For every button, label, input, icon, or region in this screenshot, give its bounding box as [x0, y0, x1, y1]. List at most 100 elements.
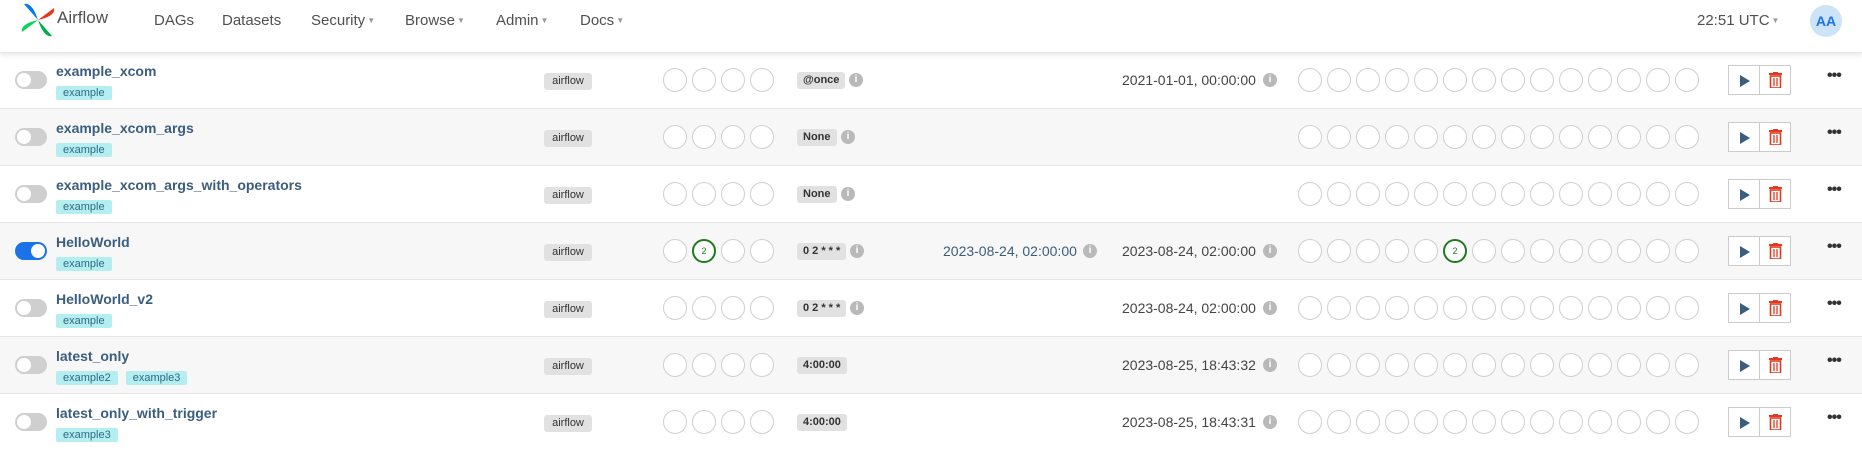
- run-status-circle[interactable]: [750, 68, 774, 92]
- task-status-circle[interactable]: [1327, 410, 1351, 434]
- task-status-circle[interactable]: [1414, 296, 1438, 320]
- schedule-badge[interactable]: 0 2 * * *: [797, 300, 847, 317]
- dag-name-link[interactable]: HelloWorld: [56, 234, 130, 250]
- nav-admin[interactable]: Admin ▼: [496, 12, 548, 29]
- run-status-circle[interactable]: [663, 410, 687, 434]
- delete-dag-button[interactable]: [1759, 236, 1791, 266]
- task-status-circle[interactable]: [1675, 296, 1699, 320]
- trigger-dag-button[interactable]: [1728, 350, 1760, 380]
- run-status-circle[interactable]: [750, 410, 774, 434]
- run-status-circle[interactable]: [721, 410, 745, 434]
- task-status-circle[interactable]: [1472, 239, 1496, 263]
- dag-name-link[interactable]: example_xcom_args: [56, 120, 194, 136]
- owner-badge[interactable]: airflow: [544, 415, 592, 432]
- task-status-circle[interactable]: [1559, 125, 1583, 149]
- task-status-circle[interactable]: [1443, 410, 1467, 434]
- run-status-circle[interactable]: [663, 239, 687, 263]
- task-status-circle[interactable]: [1298, 68, 1322, 92]
- dag-tag[interactable]: example2: [56, 371, 118, 385]
- trigger-dag-button[interactable]: [1728, 179, 1760, 209]
- task-status-circle[interactable]: [1385, 125, 1409, 149]
- task-status-circle[interactable]: [1356, 296, 1380, 320]
- last-run-date[interactable]: 2021-01-01, 00:00:00: [1122, 72, 1256, 88]
- schedule-badge[interactable]: 4:00:00: [797, 414, 847, 431]
- pause-toggle[interactable]: [15, 299, 47, 317]
- run-status-success-circle[interactable]: 2: [692, 239, 716, 263]
- dag-tag[interactable]: example: [56, 86, 112, 100]
- task-status-circle[interactable]: [1588, 182, 1612, 206]
- task-status-circle[interactable]: [1588, 68, 1612, 92]
- task-status-circle[interactable]: [1588, 125, 1612, 149]
- task-status-circle[interactable]: [1327, 125, 1351, 149]
- schedule-badge[interactable]: @once: [797, 72, 846, 89]
- run-status-circle[interactable]: [750, 239, 774, 263]
- run-status-circle[interactable]: [663, 296, 687, 320]
- task-status-circle[interactable]: [1298, 296, 1322, 320]
- delete-dag-button[interactable]: [1759, 350, 1791, 380]
- task-status-circle[interactable]: [1356, 182, 1380, 206]
- run-status-circle[interactable]: [663, 182, 687, 206]
- task-status-circle[interactable]: [1675, 182, 1699, 206]
- task-status-circle[interactable]: [1472, 182, 1496, 206]
- run-status-circle[interactable]: [692, 125, 716, 149]
- brand-name[interactable]: Airflow: [57, 8, 108, 28]
- run-status-circle[interactable]: [721, 353, 745, 377]
- delete-dag-button[interactable]: [1759, 122, 1791, 152]
- task-status-circle[interactable]: [1501, 239, 1525, 263]
- more-actions-icon[interactable]: •••: [1827, 295, 1842, 313]
- task-status-circle[interactable]: [1414, 125, 1438, 149]
- task-status-circle[interactable]: [1559, 239, 1583, 263]
- task-status-circle[interactable]: [1617, 182, 1641, 206]
- dag-name-link[interactable]: example_xcom: [56, 63, 156, 79]
- run-status-circle[interactable]: [692, 353, 716, 377]
- task-status-circle[interactable]: [1501, 410, 1525, 434]
- task-status-circle[interactable]: [1385, 68, 1409, 92]
- run-status-circle[interactable]: [750, 125, 774, 149]
- dag-name-link[interactable]: HelloWorld_v2: [56, 291, 153, 307]
- task-status-circle[interactable]: [1617, 68, 1641, 92]
- run-status-circle[interactable]: [750, 296, 774, 320]
- task-status-circle[interactable]: [1414, 353, 1438, 377]
- task-status-circle[interactable]: [1501, 182, 1525, 206]
- task-status-circle[interactable]: [1530, 353, 1554, 377]
- owner-badge[interactable]: airflow: [544, 73, 592, 90]
- task-status-circle[interactable]: [1530, 182, 1554, 206]
- task-status-circle[interactable]: [1646, 353, 1670, 377]
- last-run-date[interactable]: 2023-08-25, 18:43:32: [1122, 357, 1256, 373]
- info-icon[interactable]: i: [1263, 301, 1277, 315]
- task-status-circle[interactable]: [1356, 239, 1380, 263]
- info-icon[interactable]: i: [849, 73, 863, 87]
- more-actions-icon[interactable]: •••: [1827, 352, 1842, 370]
- run-status-circle[interactable]: [750, 182, 774, 206]
- owner-badge[interactable]: airflow: [544, 130, 592, 147]
- task-status-circle[interactable]: [1501, 353, 1525, 377]
- more-actions-icon[interactable]: •••: [1827, 124, 1842, 142]
- more-actions-icon[interactable]: •••: [1827, 409, 1842, 427]
- delete-dag-button[interactable]: [1759, 179, 1791, 209]
- task-status-circle[interactable]: [1646, 410, 1670, 434]
- task-status-circle[interactable]: [1675, 125, 1699, 149]
- task-status-circle[interactable]: [1617, 125, 1641, 149]
- nav-dags[interactable]: DAGs: [154, 12, 194, 29]
- schedule-badge[interactable]: 4:00:00: [797, 357, 847, 374]
- dag-tag[interactable]: example: [56, 314, 112, 328]
- delete-dag-button[interactable]: [1759, 65, 1791, 95]
- owner-badge[interactable]: airflow: [544, 187, 592, 204]
- info-icon[interactable]: i: [1083, 244, 1097, 258]
- run-status-circle[interactable]: [721, 182, 745, 206]
- dag-tag[interactable]: example: [56, 200, 112, 214]
- task-status-circle[interactable]: [1356, 125, 1380, 149]
- task-status-circle[interactable]: [1298, 353, 1322, 377]
- task-status-circle[interactable]: [1443, 296, 1467, 320]
- task-status-circle[interactable]: [1559, 296, 1583, 320]
- run-status-circle[interactable]: [692, 296, 716, 320]
- task-status-circle[interactable]: [1559, 182, 1583, 206]
- trigger-dag-button[interactable]: [1728, 236, 1760, 266]
- task-status-circle[interactable]: [1298, 239, 1322, 263]
- pause-toggle[interactable]: [15, 413, 47, 431]
- owner-badge[interactable]: airflow: [544, 244, 592, 261]
- next-run-date[interactable]: 2023-08-24, 02:00:00: [943, 243, 1077, 259]
- task-status-circle[interactable]: [1327, 296, 1351, 320]
- task-status-circle[interactable]: [1356, 410, 1380, 434]
- task-status-circle[interactable]: [1356, 68, 1380, 92]
